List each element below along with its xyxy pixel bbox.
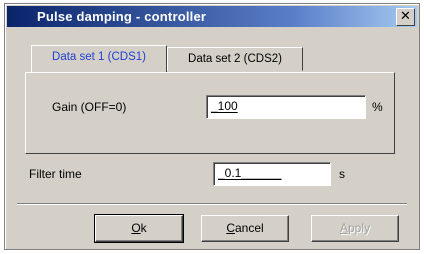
gain-label: Gain (OFF=0) bbox=[52, 100, 127, 114]
apply-label: pply bbox=[348, 221, 371, 235]
cancel-button[interactable]: Cancel bbox=[201, 215, 289, 242]
pulse-damping-dialog: Pulse damping - controller ✕ Data set 1 … bbox=[4, 3, 420, 250]
close-button[interactable]: ✕ bbox=[396, 8, 415, 26]
tab-data-set-1[interactable]: Data set 1 (CDS1) bbox=[31, 45, 167, 72]
filter-time-label: Filter time bbox=[29, 167, 82, 181]
gain-unit: % bbox=[372, 100, 383, 114]
ok-accel: O bbox=[131, 221, 141, 235]
tab-label: Data set 1 (CDS1) bbox=[52, 51, 146, 63]
ok-button[interactable]: Ok bbox=[94, 214, 184, 243]
window-title: Pulse damping - controller bbox=[37, 9, 207, 24]
apply-button[interactable]: Apply bbox=[311, 215, 399, 242]
tab-panel: Gain (OFF=0) _100 % bbox=[25, 72, 395, 154]
tab-data-set-2[interactable]: Data set 2 (CDS2) bbox=[167, 47, 303, 71]
apply-accel: A bbox=[339, 221, 348, 235]
separator bbox=[17, 203, 407, 205]
ok-label: k bbox=[140, 221, 147, 235]
cancel-accel: C bbox=[226, 221, 235, 235]
close-icon: ✕ bbox=[400, 9, 411, 24]
title-bar[interactable]: Pulse damping - controller ✕ bbox=[7, 6, 417, 27]
filter-time-unit: s bbox=[339, 167, 345, 181]
tab-label: Data set 2 (CDS2) bbox=[188, 53, 282, 65]
cancel-label: ancel bbox=[234, 221, 264, 235]
filter-time-input[interactable]: _0.1______ bbox=[213, 162, 331, 186]
gain-input[interactable]: _100 bbox=[206, 95, 366, 119]
